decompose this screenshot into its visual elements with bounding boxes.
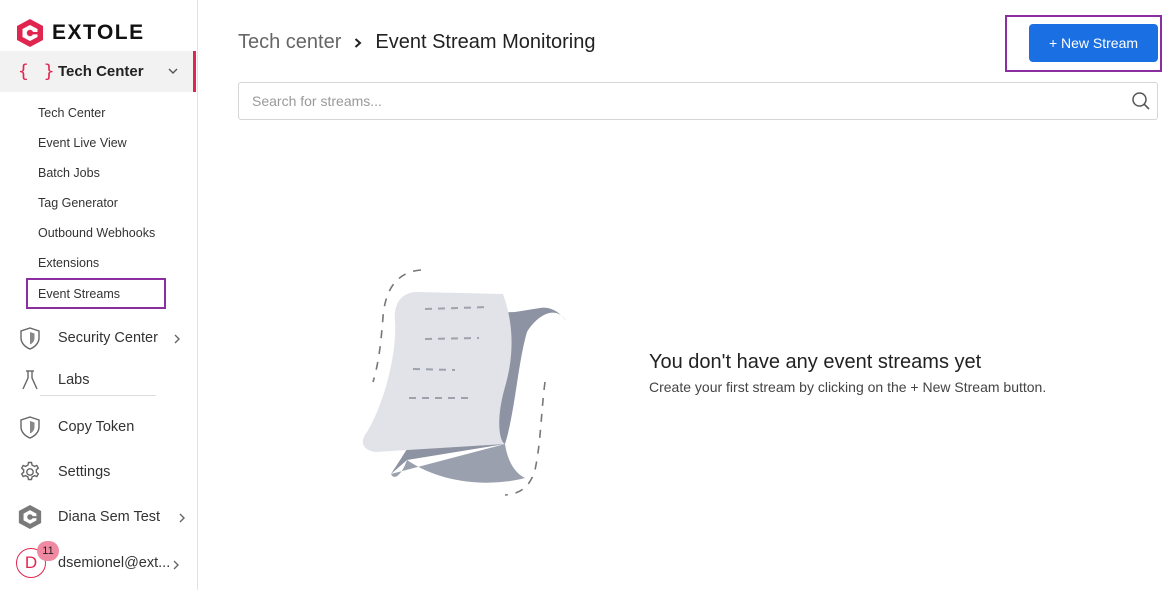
extole-logo-icon (18, 505, 42, 529)
page-title: Event Stream Monitoring (375, 31, 596, 53)
shield-icon (18, 326, 42, 350)
sidebar-item-label: Diana Sem Test (58, 509, 161, 525)
sidebar-subitem-outbound-webhooks[interactable]: Outbound Webhooks (38, 226, 155, 240)
empty-state-title: You don't have any event streams yet (649, 351, 982, 373)
sidebar-item-settings[interactable]: Settings (18, 460, 110, 484)
brand-name: EXTOLE (52, 21, 145, 44)
sidebar-item-label: Security Center (58, 330, 158, 346)
chevron-right-icon (173, 560, 179, 570)
sidebar-item-label: Tech Center (58, 63, 144, 80)
extole-logo-icon (17, 19, 43, 47)
sidebar-subitem-event-live-view[interactable]: Event Live View (38, 136, 127, 150)
sidebar-item-copy-token[interactable]: Copy Token (18, 415, 134, 439)
sidebar-item-client[interactable]: Diana Sem Test (18, 505, 160, 529)
sidebar: EXTOLE { } Tech Center Tech Center Event… (0, 0, 198, 590)
sidebar-item-labs[interactable]: Labs (18, 368, 89, 392)
breadcrumb: Tech center Event Stream Monitoring (238, 31, 596, 54)
chevron-right-icon (174, 334, 180, 344)
sidebar-subitem-tag-generator[interactable]: Tag Generator (38, 196, 118, 210)
breadcrumb-parent[interactable]: Tech center (238, 31, 341, 54)
empty-state-subtitle: Create your first stream by clicking on … (649, 379, 1047, 395)
sidebar-item-label: dsemionel@ext... (58, 555, 171, 571)
sidebar-item-user[interactable]: dsemionel@ext... (58, 551, 170, 575)
notification-badge[interactable]: 11 (37, 541, 59, 561)
new-stream-button[interactable]: + New Stream (1029, 24, 1158, 62)
search-box (238, 82, 1158, 120)
sidebar-item-tech-center[interactable]: { } Tech Center (0, 51, 196, 92)
shield-icon (18, 415, 42, 439)
chevron-right-icon (179, 513, 185, 523)
search-icon[interactable] (1131, 91, 1151, 111)
braces-icon: { } (18, 61, 57, 82)
divider (40, 395, 156, 396)
sidebar-subitem-tech-center[interactable]: Tech Center (38, 106, 105, 120)
document-illustration-icon (362, 269, 567, 496)
brand-logo[interactable]: EXTOLE (16, 18, 145, 48)
chevron-right-icon (353, 37, 363, 49)
sidebar-item-security-center[interactable]: Security Center (18, 326, 158, 350)
search-input[interactable] (239, 83, 1119, 119)
sidebar-subitem-extensions[interactable]: Extensions (38, 256, 99, 270)
flask-icon (18, 368, 42, 392)
gear-icon (18, 460, 42, 484)
sidebar-item-label: Copy Token (58, 419, 135, 435)
sidebar-item-label: Labs (58, 372, 90, 388)
sidebar-subitem-batch-jobs[interactable]: Batch Jobs (38, 166, 100, 180)
sidebar-subitem-event-streams[interactable]: Event Streams (26, 278, 166, 309)
sidebar-item-label: Settings (58, 464, 111, 480)
chevron-down-icon (168, 68, 178, 74)
